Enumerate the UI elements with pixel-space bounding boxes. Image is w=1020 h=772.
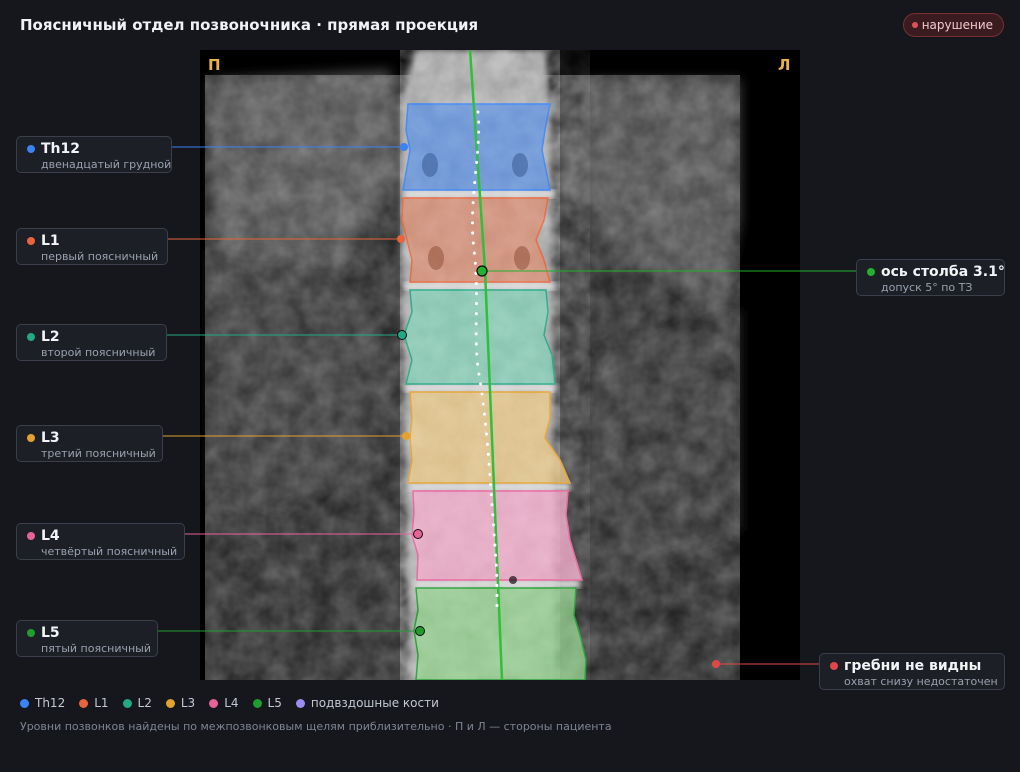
callout-l1-name: L1 bbox=[41, 233, 60, 249]
patient-left-marker: Л bbox=[778, 56, 791, 74]
patient-right-marker: П bbox=[208, 56, 221, 74]
callout-l3-desc: третий поясничный bbox=[41, 447, 156, 460]
callout-axis-name: ось столба 3.1° bbox=[881, 264, 1005, 280]
callout-axis-desc: допуск 5° по ТЗ bbox=[881, 281, 973, 294]
callout-l3-name: L3 bbox=[41, 430, 60, 446]
crests-dot-icon bbox=[830, 662, 838, 670]
callout-l4[interactable]: L4 четвёртый поясничный bbox=[16, 523, 185, 560]
callout-l5-desc: пятый поясничный bbox=[41, 642, 151, 655]
callout-l2-name: L2 bbox=[41, 329, 60, 345]
legend-dot-icon bbox=[20, 698, 29, 708]
l4-dot-icon bbox=[27, 532, 35, 540]
l2-dot-icon bbox=[27, 333, 35, 341]
callout-th12-desc: двенадцатый грудной bbox=[41, 158, 172, 171]
callout-l3[interactable]: L3 третий поясничный bbox=[16, 425, 163, 462]
l5-dot-icon bbox=[27, 629, 35, 637]
callout-l2-desc: второй поясничный bbox=[41, 346, 156, 359]
legend-item-iliac: подвздошные кости bbox=[295, 696, 439, 710]
legend-item-l2: L2 bbox=[122, 696, 152, 710]
callout-l2[interactable]: L2 второй поясничный bbox=[16, 324, 167, 361]
l1-dot-icon bbox=[27, 237, 35, 245]
alert-dot-icon bbox=[911, 22, 918, 28]
legend-label: Th12 bbox=[35, 696, 66, 710]
status-badge-label: нарушение bbox=[921, 18, 993, 32]
callout-l4-desc: четвёртый поясничный bbox=[41, 545, 178, 558]
callout-l1[interactable]: L1 первый поясничный bbox=[16, 228, 168, 265]
legend-dot-icon bbox=[209, 698, 219, 708]
legend: Th12 L1 L2 L3 L4 L5 подвздошные кости bbox=[20, 696, 439, 710]
axis-dot-icon bbox=[867, 268, 875, 276]
legend-label: L2 bbox=[137, 696, 152, 710]
legend-label: L4 bbox=[224, 696, 239, 710]
page-title: Поясничный отдел позвоночника · прямая п… bbox=[20, 16, 479, 34]
legend-dot-icon bbox=[79, 698, 89, 708]
legend-dot-icon bbox=[252, 698, 262, 708]
th12-dot-icon bbox=[27, 145, 35, 153]
xray-image bbox=[205, 50, 740, 680]
legend-item-l1: L1 bbox=[79, 696, 109, 710]
callout-crests-desc: охват снизу недостаточен bbox=[844, 675, 998, 688]
callout-l4-name: L4 bbox=[41, 528, 60, 544]
legend-item-l3: L3 bbox=[165, 696, 196, 710]
legend-item-l4: L4 bbox=[209, 696, 239, 710]
legend-dot-icon bbox=[165, 698, 175, 708]
legend-item-l5: L5 bbox=[252, 696, 282, 710]
callout-th12[interactable]: Th12 двенадцатый грудной bbox=[16, 136, 172, 173]
callout-spine-axis[interactable]: ось столба 3.1° допуск 5° по ТЗ bbox=[856, 259, 1005, 296]
xray-viewer[interactable] bbox=[200, 50, 800, 680]
callout-l1-desc: первый поясничный bbox=[41, 250, 159, 263]
status-badge: нарушение bbox=[902, 13, 1004, 37]
l3-dot-icon bbox=[27, 434, 35, 442]
callout-th12-name: Th12 bbox=[41, 141, 80, 157]
legend-item-th12: Th12 bbox=[20, 696, 65, 710]
legend-label: L5 bbox=[267, 696, 282, 710]
legend-label: L1 bbox=[94, 696, 109, 710]
legend-label: подвздошные кости bbox=[310, 696, 439, 710]
footnote: Уровни позвонков найдены по межпозвонков… bbox=[20, 720, 612, 733]
legend-label: L3 bbox=[180, 696, 196, 710]
callout-l5-name: L5 bbox=[41, 625, 60, 641]
legend-dot-icon bbox=[122, 698, 132, 708]
callout-iliac-crests[interactable]: гребни не видны охват снизу недостаточен bbox=[819, 653, 1005, 690]
legend-dot-icon bbox=[295, 698, 305, 708]
callout-crests-name: гребни не видны bbox=[844, 658, 982, 674]
callout-l5[interactable]: L5 пятый поясничный bbox=[16, 620, 158, 657]
